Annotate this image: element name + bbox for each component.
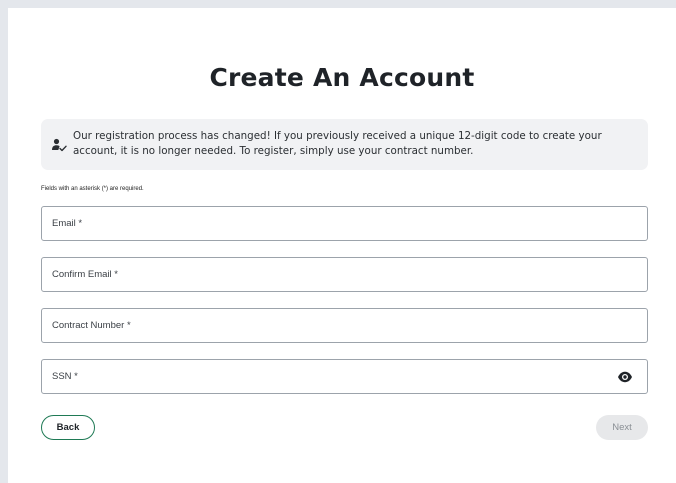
registration-card: Create An Account Our registration proce… [8, 8, 676, 483]
window-frame-top [0, 0, 676, 8]
eye-icon[interactable] [617, 370, 633, 384]
ssn-field-wrapper [41, 359, 648, 394]
window-frame-left [0, 0, 8, 483]
back-button[interactable]: Back [41, 415, 95, 440]
confirm-email-field[interactable] [42, 258, 647, 291]
email-field-wrapper [41, 206, 648, 241]
page-title: Create An Account [209, 63, 475, 92]
info-notice: Our registration process has changed! If… [41, 119, 648, 170]
contract-number-field-wrapper [41, 308, 648, 343]
person-check-icon [51, 137, 67, 153]
next-button[interactable]: Next [596, 415, 648, 440]
notice-text: Our registration process has changed! If… [73, 130, 602, 157]
required-fields-note: Fields with an asterisk (*) are required… [41, 186, 144, 192]
contract-number-field[interactable] [42, 309, 647, 342]
ssn-field[interactable] [42, 360, 647, 393]
email-field[interactable] [42, 207, 647, 240]
confirm-email-field-wrapper [41, 257, 648, 292]
